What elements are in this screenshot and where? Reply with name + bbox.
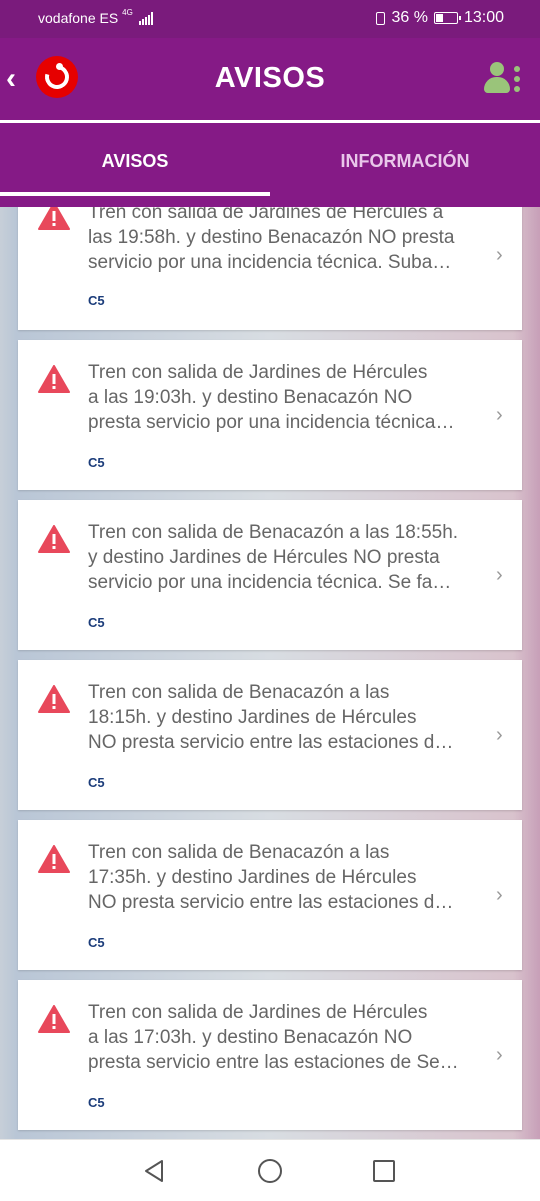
- user-settings-icon[interactable]: [484, 60, 524, 96]
- active-tab-indicator: [0, 192, 270, 196]
- chevron-right-icon: ›: [496, 244, 503, 266]
- notice-text: Tren con salida de Benacazón a las 18:55…: [88, 522, 459, 593]
- line-badge: C5: [88, 455, 105, 470]
- page-title: AVISOS: [214, 62, 326, 94]
- carrier-name: vodafone ES: [38, 10, 119, 26]
- notice-card[interactable]: Tren con salida de Benacazón a las 18:15h…: [18, 660, 522, 810]
- notice-card[interactable]: Tren con salida de Jardines de Hércules a…: [18, 980, 522, 1130]
- tab-informacion[interactable]: INFORMACIÓN: [270, 123, 540, 207]
- warning-icon: [38, 845, 70, 873]
- clock: 13:00: [463, 9, 504, 26]
- notice-card[interactable]: Tren con salida de Jardines de Hércules a…: [18, 340, 522, 490]
- line-badge: C5: [88, 1095, 105, 1110]
- warning-icon: [38, 525, 70, 553]
- warning-icon: [38, 1005, 70, 1033]
- vibrate-icon: [376, 11, 386, 25]
- status-bar: vodafone ES 4G 36 % 13:00: [0, 0, 540, 38]
- notice-text: Tren con salida de Jardines de Hércules …: [88, 207, 455, 273]
- circle-home-icon[interactable]: [257, 1158, 283, 1184]
- chevron-right-icon: ›: [496, 1044, 503, 1066]
- network-type: 4G: [122, 8, 133, 17]
- notice-card[interactable]: Tren con salida de Jardines de Hércules …: [18, 207, 522, 330]
- chevron-right-icon: ›: [496, 564, 503, 586]
- notice-text: Tren con salida de Jardines de Hércules a…: [88, 362, 455, 433]
- warning-icon: [38, 685, 70, 713]
- battery-percent: 36 %: [391, 9, 428, 26]
- chevron-right-icon: ›: [496, 724, 503, 746]
- warning-icon: [38, 365, 70, 393]
- line-badge: C5: [88, 293, 105, 308]
- line-badge: C5: [88, 935, 105, 950]
- line-badge: C5: [88, 615, 105, 630]
- notice-card[interactable]: Tren con salida de Benacazón a las 17:35h…: [18, 820, 522, 970]
- system-nav-bar: [0, 1139, 540, 1201]
- tab-bar: AVISOS INFORMACIÓN: [0, 123, 540, 207]
- notice-text: Tren con salida de Jardines de Hércules a…: [88, 1002, 459, 1073]
- notice-text: Tren con salida de Benacazón a las 18:15h…: [88, 682, 454, 753]
- notice-text: Tren con salida de Benacazón a las 17:35h…: [88, 842, 454, 913]
- line-badge: C5: [88, 775, 105, 790]
- app-header: ‹ AVISOS: [0, 38, 540, 120]
- chevron-right-icon: ›: [496, 884, 503, 906]
- notices-list[interactable]: Tren con salida de Jardines de Hércules …: [0, 207, 540, 1139]
- triangle-back-icon[interactable]: [141, 1158, 167, 1184]
- notice-card[interactable]: Tren con salida de Benacazón a las 18:55…: [18, 500, 522, 650]
- chevron-right-icon: ›: [496, 404, 503, 426]
- square-recents-icon[interactable]: [371, 1158, 397, 1184]
- battery-icon: [433, 12, 461, 24]
- warning-icon: [38, 207, 70, 230]
- signal-icon: [138, 11, 153, 25]
